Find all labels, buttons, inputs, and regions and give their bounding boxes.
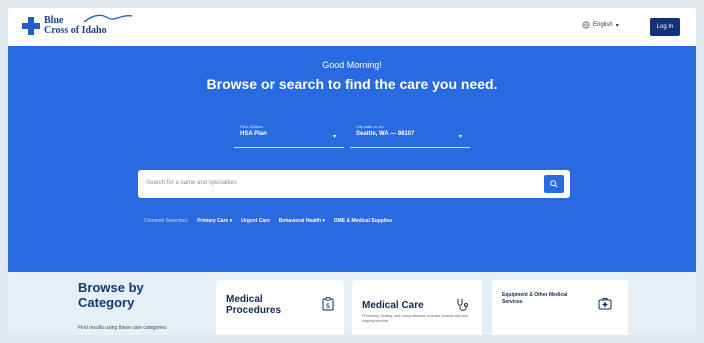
hero-section: Good Morning! Browse or search to find t… (8, 46, 696, 272)
svg-text:$: $ (326, 302, 330, 310)
search-bar: Search for a name and specialties (138, 170, 570, 198)
common-searches-label: Common Searches: (144, 218, 189, 224)
browser-page: Blue Cross of Idaho English ▾ Log In Goo… (8, 8, 696, 335)
category-card-equipment[interactable]: Equipment & Other Medical Services (492, 280, 628, 335)
card-title: Medical Procedures (226, 294, 282, 316)
location-label: City state or zip (356, 124, 384, 129)
login-button[interactable]: Log In (650, 18, 680, 36)
plan-options-label: Plan Options (240, 124, 263, 129)
top-nav: Blue Cross of Idaho English ▾ Log In (8, 8, 696, 46)
language-selector[interactable]: English ▾ (582, 21, 619, 29)
mountain-wave-icon (84, 14, 132, 23)
plan-options-value: HSA Plan (240, 131, 267, 137)
common-search-dme[interactable]: DME & Medical Supplies (334, 218, 392, 224)
clipboard-dollar-icon: $ (322, 297, 334, 311)
common-searches: Common Searches: Primary Care ▾ Urgent C… (144, 218, 392, 224)
card-title: Medical Care (362, 300, 424, 311)
location-select[interactable]: City state or zip Seattle, WA — 98107 ▾ (350, 124, 470, 148)
location-value: Seattle, WA — 98107 (356, 131, 415, 137)
search-input[interactable]: Search for a name and specialties (146, 180, 237, 186)
chevron-down-icon: ▾ (332, 134, 336, 140)
page-headline: Browse or search to find the care you ne… (206, 76, 498, 92)
blue-cross-icon (22, 17, 40, 35)
chevron-down-icon: ▾ (458, 134, 462, 140)
browse-category-section: Browse by Category Find results using th… (8, 272, 696, 335)
search-icon (550, 180, 558, 188)
greeting-text: Good Morning! (322, 60, 382, 70)
first-aid-kit-icon (598, 298, 612, 310)
common-search-primary-care[interactable]: Primary Care ▾ (197, 218, 232, 224)
language-label: English (593, 22, 613, 28)
common-search-behavioral-health[interactable]: Behavioral Health ▾ (279, 218, 325, 224)
category-card-medical-procedures[interactable]: Medical Procedures $ (216, 280, 344, 335)
brand-logo[interactable]: Blue Cross of Idaho (22, 14, 132, 36)
card-description: Preventing, treating, and curing disease… (362, 314, 468, 323)
chevron-down-icon: ▾ (615, 22, 619, 29)
search-button[interactable] (544, 175, 564, 193)
card-title: Equipment & Other Medical Services (502, 292, 568, 305)
globe-icon (582, 21, 590, 29)
plan-options-select[interactable]: Plan Options HSA Plan ▾ (234, 124, 344, 148)
common-search-urgent-care[interactable]: Urgent Care (241, 218, 270, 224)
category-card-medical-care[interactable]: Medical Care Preventing, treating, and c… (352, 280, 482, 335)
section-subtitle: Find results using these care categories (78, 325, 167, 331)
stethoscope-icon (457, 299, 468, 311)
logo-line-2: Cross of Idaho (44, 25, 107, 36)
section-title: Browse by Category (78, 280, 144, 310)
